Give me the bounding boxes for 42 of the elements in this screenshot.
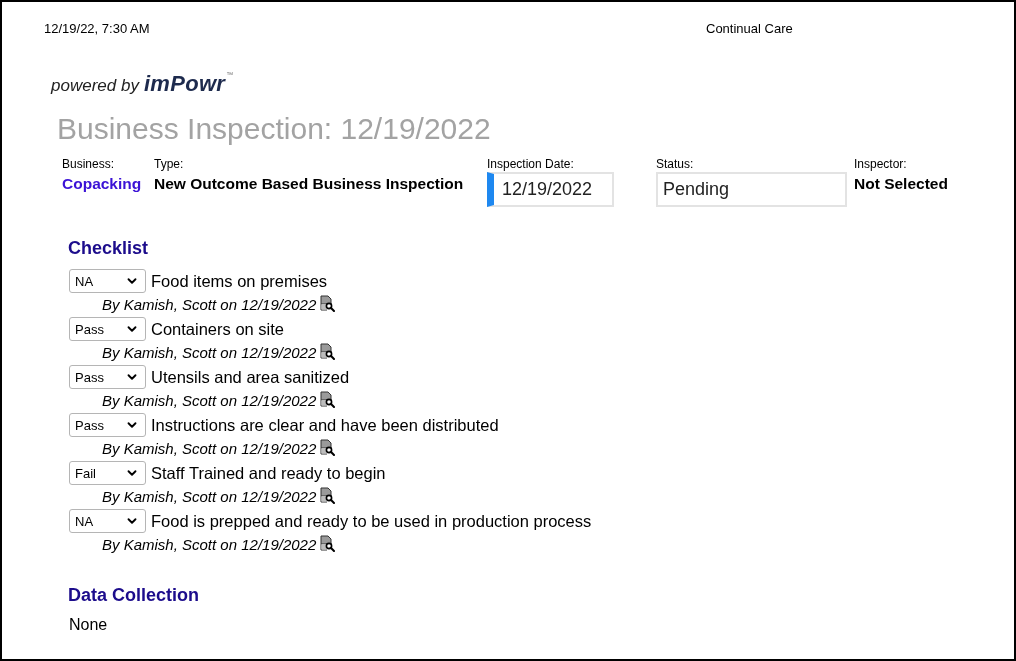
document-search-icon[interactable] [320,534,336,552]
result-dropdown[interactable]: Pass [69,317,146,341]
data-collection-value: None [69,615,108,635]
organization-name: Continual Care [706,21,793,37]
result-dropdown[interactable]: NA [69,269,146,293]
result-dropdown[interactable]: Fail [69,461,146,485]
page-title: Business Inspection: 12/19/2022 [57,111,491,146]
result-dropdown[interactable]: Pass [69,413,146,437]
document-search-icon[interactable] [320,486,336,504]
field-label: Inspector: [854,157,907,171]
logo-wordmark: imPowr [143,70,226,98]
input-field[interactable]: Pending [656,172,847,207]
audit-note: By Kamish, Scott on 12/19/2022 [102,295,317,315]
document-search-icon[interactable] [320,294,336,312]
field-label: Status: [656,157,694,171]
result-dropdown[interactable]: NA [69,509,146,533]
result-dropdown[interactable]: Pass [69,365,146,389]
document-search-icon[interactable] [320,342,336,360]
checklist-item-label: Food is prepped and ready to be used in production process [151,511,592,531]
audit-note: By Kamish, Scott on 12/19/2022 [102,439,317,459]
checklist-item-label: Staff Trained and ready to begin [151,463,386,483]
field-label: Inspection Date: [487,157,574,171]
logo-tagline: powered by [51,75,139,97]
audit-note: By Kamish, Scott on 12/19/2022 [102,535,317,555]
section-heading: Checklist [68,237,149,259]
checklist-item-label: Containers on site [151,319,284,339]
field-value: New Outcome Based Business Inspection [154,174,464,194]
checklist-item-label: Utensils and area sanitized [151,367,350,387]
timestamp: 12/19/22, 7:30 AM [44,21,150,37]
audit-note: By Kamish, Scott on 12/19/2022 [102,391,317,411]
checklist-item-label: Food items on premises [151,271,328,291]
business-link[interactable]: Copacking [62,174,142,194]
section-heading: Data Collection [68,584,200,606]
audit-note: By Kamish, Scott on 12/19/2022 [102,343,317,363]
document-search-icon[interactable] [320,438,336,456]
field-value: Not Selected [854,174,948,194]
checklist-item-label: Instructions are clear and have been distributed [151,415,499,435]
field-label: Type: [154,157,184,171]
input-field[interactable]: 12/19/2022 [487,172,614,207]
document-search-icon[interactable] [320,390,336,408]
field-label: Business: [62,157,115,171]
audit-note: By Kamish, Scott on 12/19/2022 [102,487,317,507]
